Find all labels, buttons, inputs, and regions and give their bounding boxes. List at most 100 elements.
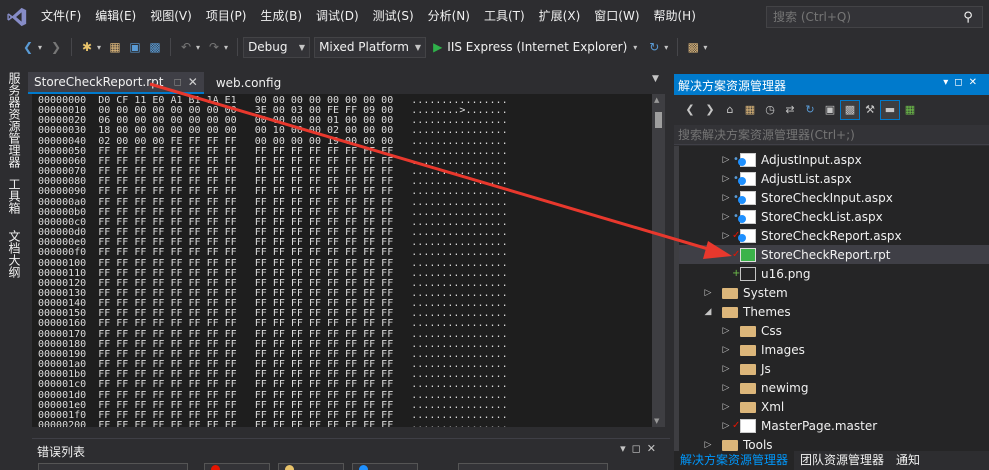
properties-icon[interactable]: ⚒ <box>860 100 880 120</box>
tree-item[interactable]: ◢ Themes <box>674 302 989 321</box>
back-icon[interactable]: ❮ <box>18 37 38 57</box>
expand-arrow-icon[interactable]: ▷ <box>720 345 732 355</box>
solution-explorer-search[interactable] <box>674 125 989 145</box>
expand-arrow-icon[interactable]: ▷ <box>720 193 732 203</box>
expand-arrow-icon[interactable]: ▷ <box>720 326 732 336</box>
show-all-files-icon[interactable]: ▩ <box>840 99 860 120</box>
chevron-down-icon[interactable]: ▾ <box>633 43 637 52</box>
toolbox-tab[interactable]: 工具箱 <box>6 178 22 214</box>
expand-arrow-icon[interactable]: ▷ <box>720 174 732 184</box>
pin-icon[interactable]: ◻ <box>173 77 181 88</box>
tree-item[interactable]: + u16.png <box>674 264 989 283</box>
solution-views-icon[interactable]: ▦ <box>740 100 760 120</box>
menu-item[interactable]: 窗口(W) <box>587 0 646 33</box>
tree-item[interactable]: ▷ Js <box>674 359 989 378</box>
expand-arrow-icon[interactable]: ▷ <box>702 288 714 298</box>
tree-item[interactable]: ▷ • StoreCheckList.aspx <box>674 207 989 226</box>
solution-configuration-select[interactable]: Debug ▼ <box>243 36 311 58</box>
expand-arrow-icon[interactable]: ▷ <box>720 364 732 374</box>
back-icon[interactable]: ❮ <box>680 100 700 120</box>
tab-web-config[interactable]: web.config <box>210 72 287 94</box>
expand-arrow-icon[interactable]: ▷ <box>720 421 732 431</box>
tab-solution-explorer[interactable]: 解决方案资源管理器 <box>674 451 795 470</box>
expand-arrow-icon[interactable]: ▷ <box>720 155 732 165</box>
tree-item[interactable]: ✓ StoreCheckReport.rpt <box>674 245 989 264</box>
chevron-down-icon[interactable]: ▾ <box>943 77 954 88</box>
tab-overflow-chevron-icon[interactable]: ▼ <box>652 74 659 84</box>
editor-vertical-scrollbar[interactable]: ▲ ▼ <box>652 94 665 427</box>
new-project-icon[interactable]: ✱ <box>77 37 97 57</box>
tab-team-explorer[interactable]: 团队资源管理器 <box>794 451 890 470</box>
sync-icon[interactable]: ⇄ <box>780 100 800 120</box>
tab-storecheckreport-rpt[interactable]: StoreCheckReport.rpt ◻ ✕ <box>28 72 204 94</box>
menu-item[interactable]: 生成(B) <box>253 0 309 33</box>
menu-item[interactable]: 测试(S) <box>366 0 421 33</box>
build-intellisense-select[interactable] <box>458 463 608 470</box>
tree-item[interactable]: ▷ Images <box>674 340 989 359</box>
scroll-up-icon[interactable]: ▲ <box>654 96 659 104</box>
solution-explorer-scrollbar[interactable] <box>674 146 679 451</box>
browser-link-dropdown-icon[interactable]: ▾ <box>703 43 707 52</box>
home-icon[interactable]: ⌂ <box>720 100 740 120</box>
scope-select[interactable] <box>38 463 188 470</box>
save-all-icon[interactable]: ▩ <box>145 37 165 57</box>
expand-arrow-icon[interactable]: ▷ <box>720 231 732 241</box>
preview-selected-icon[interactable]: ▬ <box>880 99 900 120</box>
scrollbar-thumb[interactable] <box>655 112 662 128</box>
refresh-icon[interactable]: ↻ <box>800 100 820 120</box>
tree-item[interactable]: ▷ Tools <box>674 435 989 451</box>
quick-search-input[interactable] <box>767 10 957 24</box>
tree-item[interactable]: ▷ Xml <box>674 397 989 416</box>
expand-arrow-icon[interactable]: ▷ <box>720 212 732 222</box>
warnings-filter-button[interactable] <box>278 463 344 470</box>
pin-icon[interactable]: ◻ <box>632 442 647 455</box>
tree-item[interactable]: ▷ newimg <box>674 378 989 397</box>
tree-item[interactable]: ▷ Css <box>674 321 989 340</box>
collapse-all-icon[interactable]: ▣ <box>820 100 840 120</box>
undo-icon[interactable]: ↶ <box>176 37 196 57</box>
tree-item[interactable]: ▷ System <box>674 283 989 302</box>
expand-arrow-icon[interactable]: ◢ <box>702 307 714 317</box>
browser-link-icon[interactable]: ▩ <box>683 37 703 57</box>
errors-filter-button[interactable] <box>204 463 270 470</box>
binary-editor[interactable]: 00000000 D0 CF 11 E0 A1 B1 1A E1 00 00 0… <box>32 94 652 427</box>
save-icon[interactable]: ▣ <box>125 37 145 57</box>
menu-item[interactable]: 编辑(E) <box>88 0 143 33</box>
menu-item[interactable]: 视图(V) <box>143 0 199 33</box>
expand-arrow-icon[interactable]: ▷ <box>720 383 732 393</box>
messages-filter-button[interactable] <box>352 463 418 470</box>
class-diagram-icon[interactable]: ▦ <box>900 100 920 120</box>
new-project-dropdown-icon[interactable]: ▾ <box>97 43 101 52</box>
tree-item[interactable]: ▷ • StoreCheckInput.aspx <box>674 188 989 207</box>
menu-item[interactable]: 工具(T) <box>477 0 532 33</box>
forward-icon[interactable]: ❯ <box>700 100 720 120</box>
forward-icon[interactable]: ❯ <box>46 37 66 57</box>
refresh-dropdown-icon[interactable]: ▾ <box>664 43 668 52</box>
menu-item[interactable]: 分析(N) <box>421 0 477 33</box>
menu-item[interactable]: 扩展(X) <box>532 0 588 33</box>
server-explorer-tab[interactable]: 服务器资源管理器 <box>6 72 22 168</box>
scroll-down-icon[interactable]: ▼ <box>654 417 659 425</box>
pin-icon[interactable]: ◻ <box>954 77 968 88</box>
close-icon[interactable]: ✕ <box>969 77 983 88</box>
redo-icon[interactable]: ↷ <box>204 37 224 57</box>
close-icon[interactable]: ✕ <box>188 75 198 89</box>
tab-notifications[interactable]: 通知 <box>890 451 926 470</box>
tree-item[interactable]: ▷ ✓ MasterPage.master <box>674 416 989 435</box>
undo-dropdown-icon[interactable]: ▾ <box>196 43 200 52</box>
tree-item[interactable]: ▷ • AdjustInput.aspx <box>674 150 989 169</box>
menu-item[interactable]: 项目(P) <box>199 0 254 33</box>
expand-arrow-icon[interactable]: ▷ <box>702 440 714 450</box>
chevron-down-icon[interactable]: ▾ <box>620 442 632 455</box>
document-outline-tab[interactable]: 文档大纲 <box>6 230 22 278</box>
quick-search-box[interactable]: ⚲ <box>766 6 983 28</box>
menu-item[interactable]: 文件(F) <box>34 0 88 33</box>
solution-explorer-search-input[interactable] <box>674 125 974 145</box>
menu-item[interactable]: 调试(D) <box>309 0 366 33</box>
expand-arrow-icon[interactable]: ▷ <box>720 402 732 412</box>
redo-dropdown-icon[interactable]: ▾ <box>224 43 228 52</box>
tree-item[interactable]: ▷ • AdjustList.aspx <box>674 169 989 188</box>
back-dropdown-icon[interactable]: ▾ <box>38 43 42 52</box>
solution-platform-select[interactable]: Mixed Platform ▼ <box>314 36 427 58</box>
start-debugging-button[interactable]: ▶ IIS Express (Internet Explorer) ▾ <box>430 37 644 58</box>
